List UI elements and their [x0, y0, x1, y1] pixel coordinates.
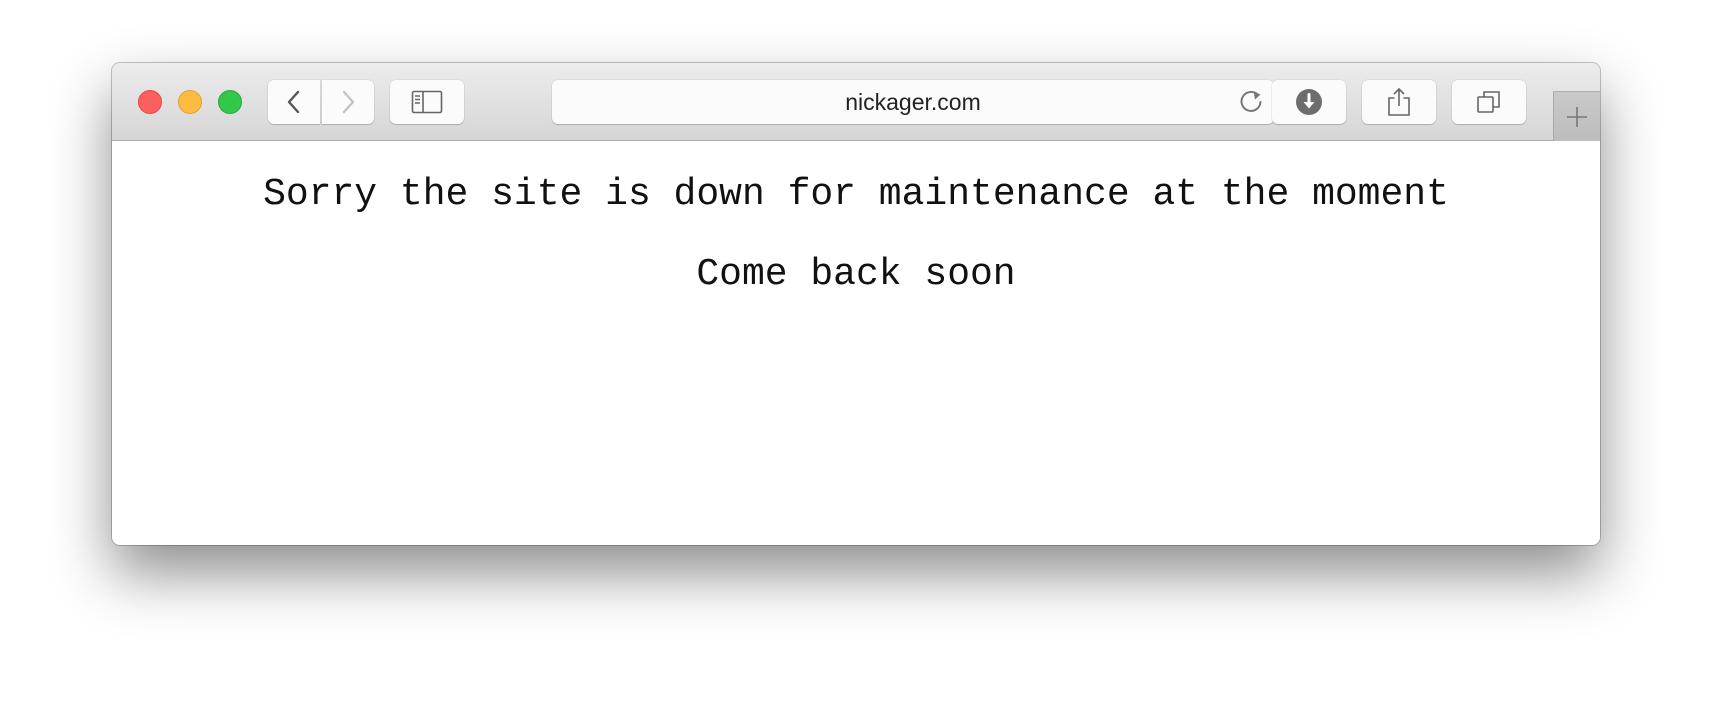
forward-button[interactable]: [322, 80, 374, 124]
plus-icon: [1567, 106, 1587, 127]
maintenance-message: Sorry the site is down for maintenance a…: [263, 173, 1449, 216]
minimize-window-button[interactable]: [178, 90, 202, 114]
sidebar-button[interactable]: [390, 80, 464, 124]
address-bar[interactable]: nickager.com: [552, 80, 1274, 124]
come-back-message: Come back soon: [696, 253, 1016, 296]
show-all-tabs-button[interactable]: [1452, 80, 1526, 124]
chevron-left-icon: [287, 90, 300, 114]
sidebar-icon: [411, 90, 443, 114]
reload-icon[interactable]: [1238, 89, 1264, 115]
downloads-button[interactable]: [1272, 80, 1346, 124]
share-button[interactable]: [1362, 80, 1436, 124]
url-text[interactable]: nickager.com: [552, 80, 1274, 124]
browser-toolbar: nickager.com: [112, 63, 1600, 141]
close-window-button[interactable]: [138, 90, 162, 114]
back-button[interactable]: [268, 80, 320, 124]
browser-window: nickager.com Sorry the site is down for …: [112, 63, 1600, 545]
tabs-overview-icon: [1477, 91, 1500, 113]
new-tab-button[interactable]: [1553, 91, 1600, 141]
maximize-window-button[interactable]: [218, 90, 242, 114]
chevron-right-icon: [342, 90, 355, 114]
download-icon: [1296, 89, 1322, 115]
share-icon: [1388, 88, 1410, 116]
page-content: Sorry the site is down for maintenance a…: [112, 141, 1600, 545]
